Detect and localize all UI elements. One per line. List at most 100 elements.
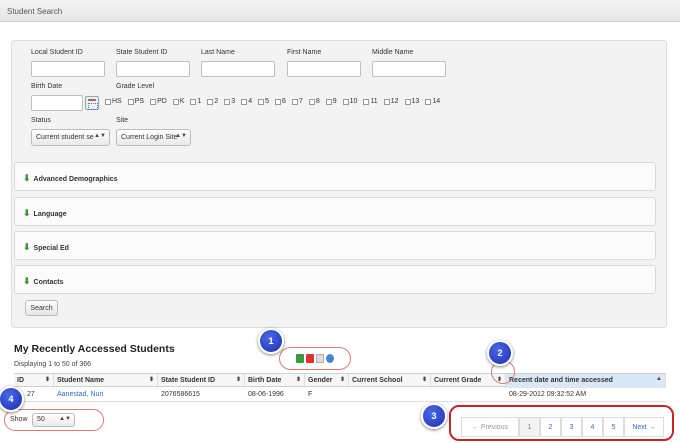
print-icon[interactable]: [326, 354, 334, 363]
col-recent-accessed[interactable]: Recent date and time accessed ▲: [506, 374, 666, 388]
grade-checkbox-label: PD: [157, 98, 167, 105]
grade-checkbox-item[interactable]: 7: [291, 98, 303, 105]
state-id-input[interactable]: [116, 61, 190, 77]
status-select[interactable]: Current student se ▲▼: [31, 129, 110, 146]
grade-checkbox[interactable]: [425, 98, 432, 105]
middle-name-input[interactable]: [372, 61, 446, 77]
grade-checkbox[interactable]: [383, 98, 390, 105]
grade-checkbox-label: 1: [197, 98, 202, 105]
grade-checkbox-item[interactable]: 1: [190, 98, 201, 105]
section-label: Language: [33, 211, 67, 218]
grade-checkbox-item[interactable]: 12: [383, 98, 399, 105]
grade-checkbox-label: 6: [282, 98, 286, 105]
section-advanced-demographics[interactable]: ⬇ Advanced Demographics: [14, 162, 656, 191]
grade-checkbox-item[interactable]: 14: [425, 98, 440, 105]
cell-state-id: 2076586615: [161, 391, 200, 398]
grade-checkbox[interactable]: [404, 98, 411, 105]
grade-checkbox[interactable]: [224, 98, 231, 105]
pdf-icon[interactable]: [306, 354, 314, 363]
grade-checkbox[interactable]: [325, 98, 332, 105]
grade-checkbox-item[interactable]: PS: [127, 98, 144, 105]
grade-checkbox[interactable]: [127, 98, 134, 105]
csv-icon[interactable]: [316, 354, 324, 363]
grade-checkbox-item[interactable]: 2: [207, 98, 218, 105]
grade-checkbox-item[interactable]: 5: [258, 98, 269, 105]
grade-checkbox[interactable]: [190, 98, 197, 105]
grade-checkbox-item[interactable]: PD: [150, 98, 167, 105]
grade-checkbox[interactable]: [241, 98, 248, 105]
grade-checkbox[interactable]: [291, 98, 298, 105]
grade-checkbox-label: 4: [248, 98, 253, 105]
col-state-student-id[interactable]: State Student ID ⬍: [158, 374, 245, 388]
student-name-link[interactable]: Aanestad, Nuri: [57, 391, 103, 398]
section-label: Contacts: [33, 279, 64, 286]
search-button[interactable]: Search: [25, 300, 58, 316]
grade-checkbox-label: 13: [411, 98, 420, 105]
grade-checkbox[interactable]: [105, 98, 111, 105]
excel-icon[interactable]: [296, 354, 304, 363]
page-4-button[interactable]: 4: [582, 417, 603, 437]
column-label: ID: [17, 377, 24, 384]
grade-checkbox[interactable]: [172, 98, 179, 105]
page-3-button[interactable]: 3: [561, 417, 582, 437]
grade-checkbox-item[interactable]: 13: [404, 98, 420, 105]
col-birth-date[interactable]: Birth Date ⬍: [245, 374, 305, 388]
grade-checkbox-item[interactable]: HS: [105, 98, 122, 105]
grade-checkbox[interactable]: [207, 98, 214, 105]
section-language[interactable]: ⬇ Language: [14, 197, 656, 226]
sort-arrows-icon: ⬍: [148, 377, 154, 383]
calendar-icon[interactable]: [85, 96, 99, 110]
section-label: Special Ed: [33, 245, 69, 252]
show-count-select[interactable]: 50 ▲▼: [32, 413, 75, 427]
select-arrows-icon: ▲▼: [175, 133, 187, 139]
grade-checkbox[interactable]: [363, 98, 370, 105]
grade-checkbox[interactable]: [150, 98, 157, 105]
grade-checkbox-item[interactable]: 11: [363, 98, 378, 105]
next-page-button[interactable]: Next →: [624, 417, 664, 437]
column-label: Current School: [352, 377, 403, 384]
callout-badge-2: 2: [487, 340, 513, 366]
pagination: ← Previous 1 2 3 4 5 Next →: [449, 405, 674, 441]
cell-recent-accessed: 08-29-2012 09:32:52 AM: [509, 391, 587, 398]
grade-checkbox[interactable]: [275, 98, 282, 105]
col-current-school[interactable]: Current School ⬍: [349, 374, 431, 388]
table-row[interactable]: 27 Aanestad, Nuri 2076586615 08-06-1996 …: [14, 387, 666, 402]
cell-birth-date: 08-06-1996: [248, 391, 284, 398]
section-contacts[interactable]: ⬇ Contacts: [14, 265, 656, 294]
last-name-label: Last Name: [201, 49, 235, 56]
birth-date-input[interactable]: [31, 95, 83, 111]
expand-arrow-icon: ⬇: [23, 276, 31, 286]
grade-checkbox[interactable]: [342, 98, 349, 105]
grade-checkbox-item[interactable]: 3: [224, 98, 235, 105]
col-gender[interactable]: Gender ⬍: [305, 374, 349, 388]
grade-checkbox-item[interactable]: 8: [308, 98, 320, 105]
page-5-button[interactable]: 5: [603, 417, 624, 437]
grade-checkbox[interactable]: [258, 98, 265, 105]
site-select[interactable]: Current Login Site ▲▼: [116, 129, 191, 146]
select-arrows-icon: ▲▼: [94, 133, 106, 139]
grade-checkbox[interactable]: [308, 98, 315, 105]
col-id[interactable]: ID ⬍: [14, 374, 54, 388]
grade-checkbox-item[interactable]: 4: [241, 98, 252, 105]
column-label: Current Grade: [434, 377, 482, 384]
last-name-input[interactable]: [201, 61, 275, 77]
expand-arrow-icon: ⬇: [23, 242, 31, 252]
column-label: Gender: [308, 377, 333, 384]
col-student-name[interactable]: Student Name ⬍: [54, 374, 158, 388]
grade-checkbox-label: 9: [332, 98, 337, 105]
grade-checkbox-label: 8: [315, 98, 320, 105]
local-id-input[interactable]: [31, 61, 105, 77]
previous-page-button[interactable]: ← Previous: [461, 417, 519, 437]
page-1-button[interactable]: 1: [519, 417, 540, 437]
grade-checkbox-item[interactable]: 10: [342, 98, 357, 105]
cell-id: 27: [27, 391, 35, 398]
grade-checkbox-item[interactable]: 9: [325, 98, 337, 105]
section-special-ed[interactable]: ⬇ Special Ed: [14, 231, 656, 260]
grade-checkbox-label: 5: [265, 98, 270, 105]
grade-checkbox-item[interactable]: 6: [275, 98, 286, 105]
cell-gender: F: [308, 391, 313, 398]
page-2-button[interactable]: 2: [540, 417, 561, 437]
first-name-input[interactable]: [287, 61, 361, 77]
show-count-value: 50: [37, 416, 45, 423]
grade-checkbox-item[interactable]: K: [172, 98, 184, 105]
